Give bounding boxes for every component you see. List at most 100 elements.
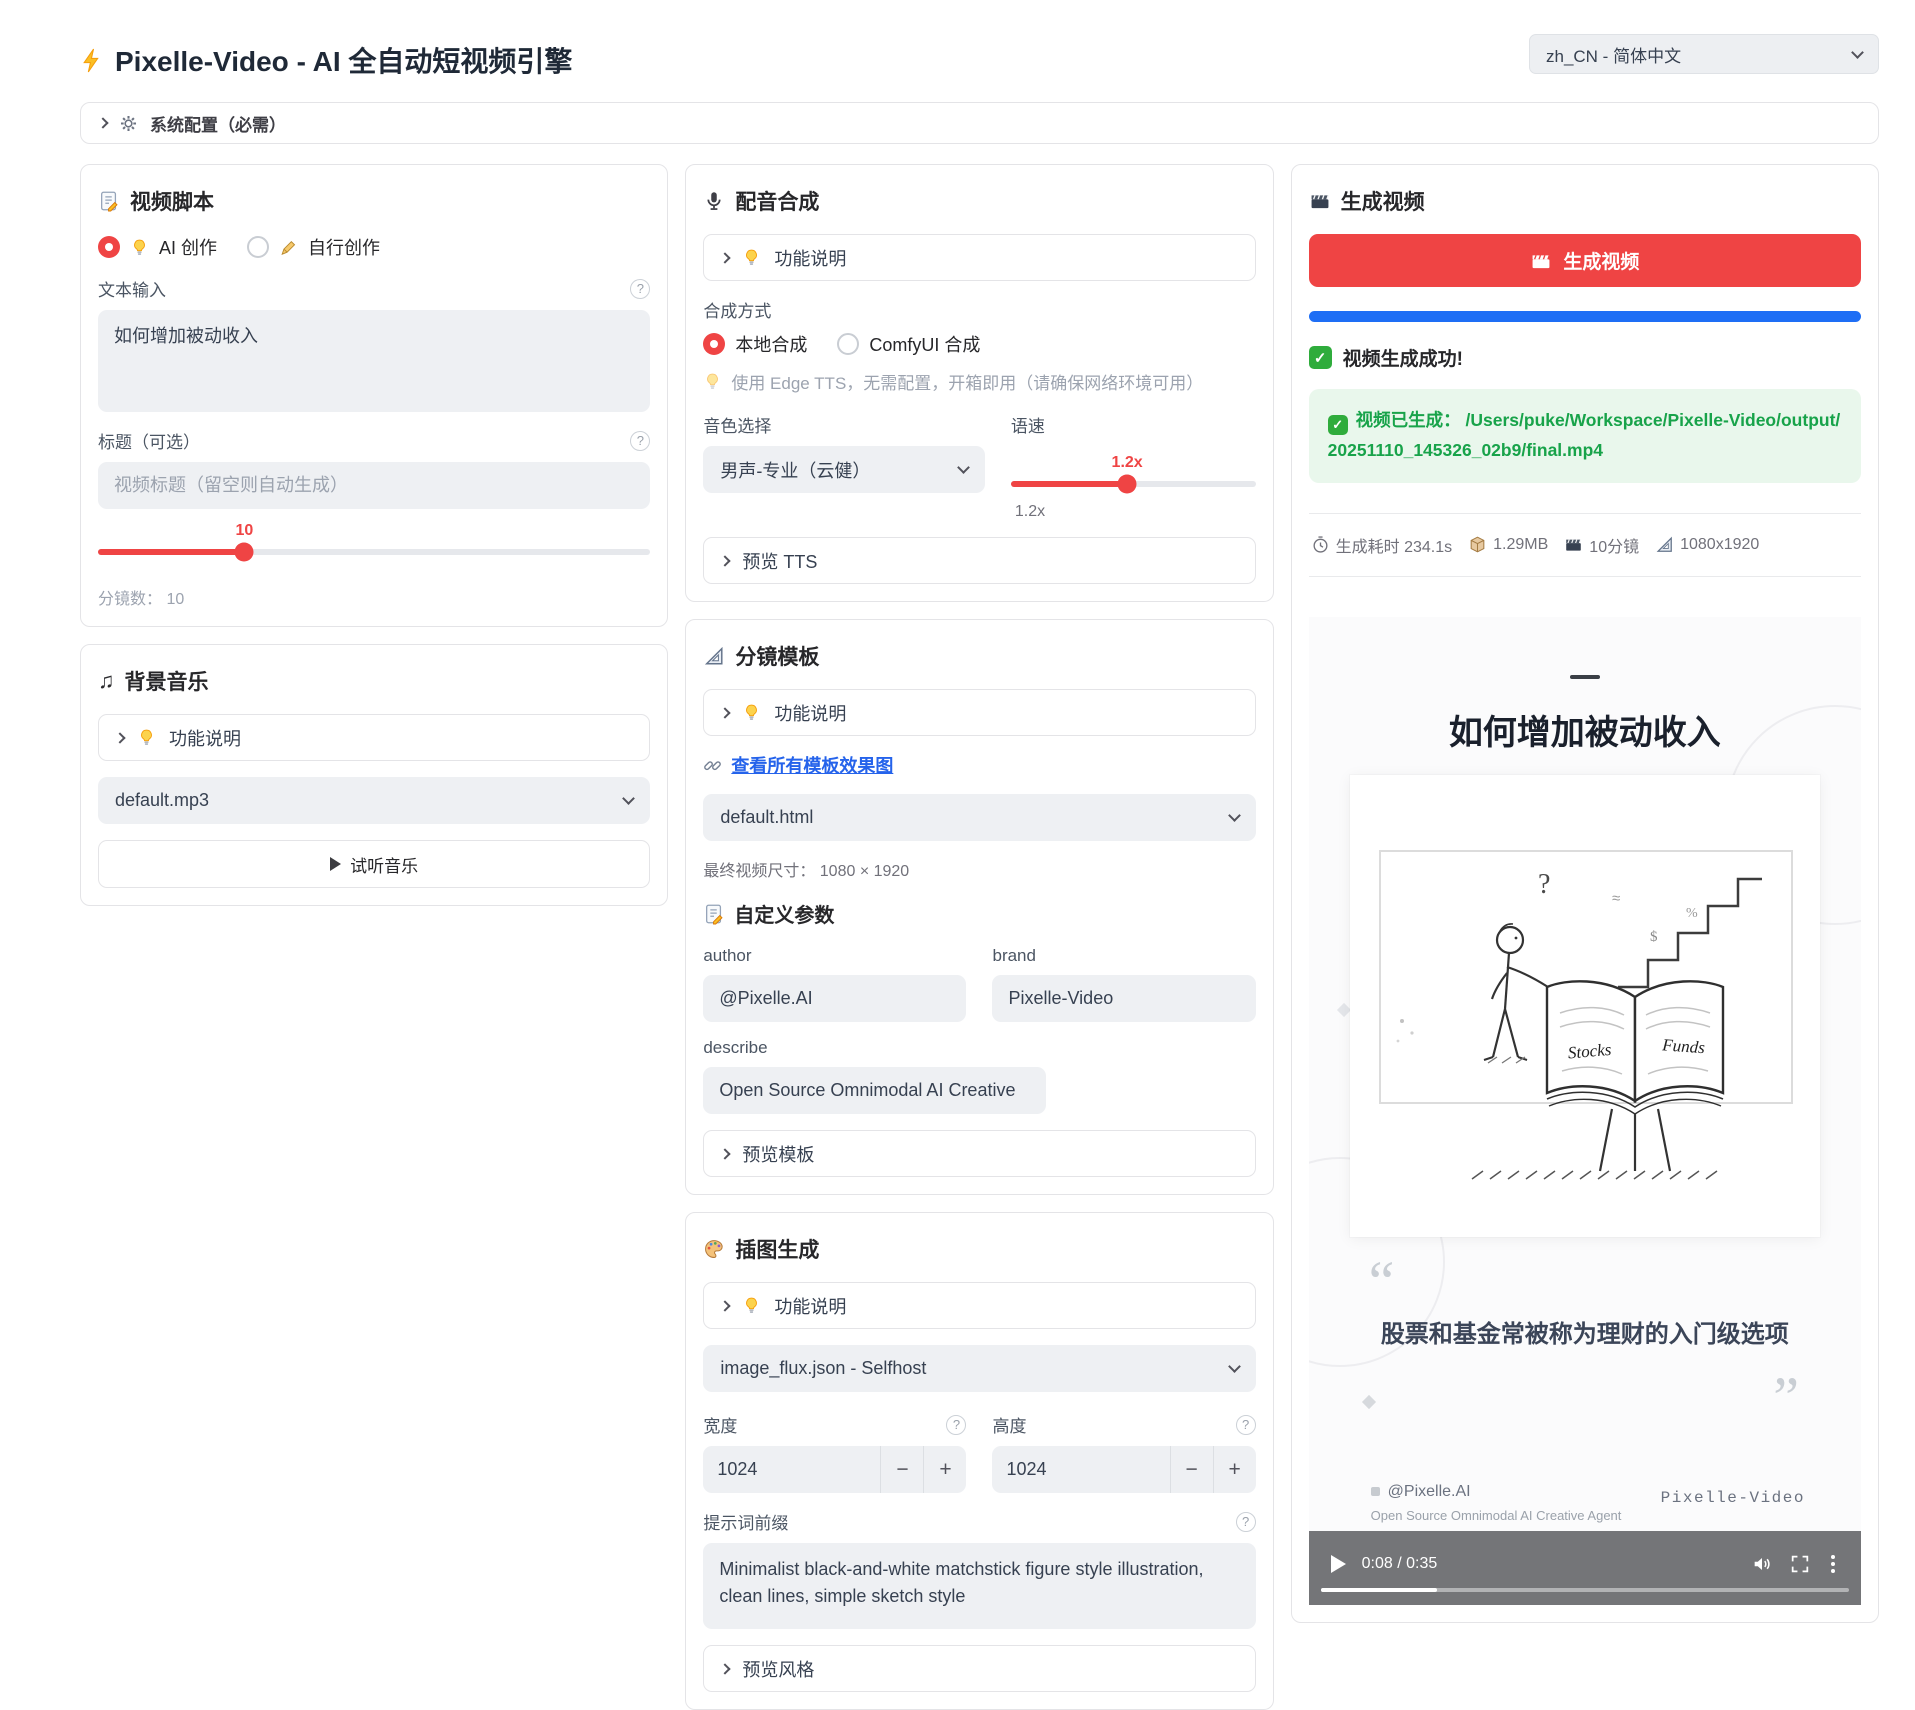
tts-card-title: 配音合成 <box>703 186 1255 216</box>
stat-size-text: 1.29MB <box>1493 536 1548 554</box>
bulb-icon <box>703 372 722 391</box>
book-label-left: Stocks <box>1567 1039 1612 1062</box>
slider-fill <box>98 549 244 555</box>
describe-input[interactable] <box>703 1067 1045 1114</box>
template-dropdown[interactable]: default.html <box>703 794 1255 841</box>
fullscreen-icon[interactable] <box>1789 1553 1811 1575</box>
height-increment-button[interactable]: + <box>1214 1446 1256 1493</box>
view-all-templates-link[interactable]: 查看所有模板效果图 <box>703 752 1255 778</box>
radio-dot-unselected <box>247 236 269 258</box>
width-increment-button[interactable]: + <box>924 1446 966 1493</box>
tts-method-radios: 本地合成 ComfyUI 合成 <box>703 331 1255 357</box>
width-input[interactable] <box>703 1459 880 1480</box>
svg-text:$: $ <box>1650 929 1658 945</box>
stat-time-text: 生成耗时 234.1s <box>1336 533 1453 557</box>
brand-label: brand <box>992 946 1255 966</box>
bulb-icon <box>742 703 761 722</box>
video-seek-bar[interactable] <box>1321 1588 1849 1592</box>
stat-size: 1.29MB <box>1468 535 1548 554</box>
radio-local-synthesis[interactable]: 本地合成 <box>703 331 807 357</box>
voice-dropdown[interactable]: 男声-专业（云健） <box>703 446 985 493</box>
progress-bar <box>1309 311 1861 322</box>
storyboard-slider[interactable]: 10 <box>98 549 650 555</box>
video-author-desc: Open Source Omnimodal AI Creative Agent <box>1371 1508 1622 1523</box>
tts-help-accordion[interactable]: 功能说明 <box>703 234 1255 281</box>
generate-card-title-text: 生成视频 <box>1341 186 1425 216</box>
radio-comfyui-synthesis[interactable]: ComfyUI 合成 <box>837 331 980 357</box>
template-card-title-text: 分镜模板 <box>735 641 819 671</box>
author-logo-icon <box>1371 1487 1380 1496</box>
script-card-title-text: 视频脚本 <box>130 186 214 216</box>
video-title-input[interactable] <box>98 462 650 509</box>
language-select[interactable]: zh_CN - 简体中文 <box>1529 34 1879 74</box>
script-text-input[interactable]: 如何增加被动收入 <box>98 310 650 412</box>
column-left: 视频脚本 AI 创作 自行创作 文本输入 ? <box>80 164 668 906</box>
video-controls-row: 0:08 / 0:35 <box>1309 1553 1861 1575</box>
app-page: Pixelle-Video - AI 全自动短视频引擎 zh_CN - 简体中文… <box>0 0 1915 1710</box>
lightning-icon <box>80 48 105 73</box>
help-icon[interactable]: ? <box>1236 1512 1256 1532</box>
success-detail-text: 视频已生成： /Users/puke/Workspace/Pixelle-Vid… <box>1328 410 1841 460</box>
prompt-prefix-label-row: 提示词前缀 ? <box>703 1509 1255 1534</box>
height-label: 高度 <box>992 1412 1026 1437</box>
play-icon[interactable] <box>1331 1555 1346 1573</box>
help-icon[interactable]: ? <box>946 1415 966 1435</box>
generate-card: 生成视频 生成视频 ✓ 视频生成成功! ✓视频已生成： /Users/puke/… <box>1291 164 1879 1623</box>
width-stepper: − + <box>703 1446 966 1493</box>
chevron-right-icon <box>97 117 108 128</box>
music-card-title: ♫ 背景音乐 <box>98 666 650 696</box>
gear-icon <box>119 114 138 133</box>
image-help-accordion[interactable]: 功能说明 <box>703 1282 1255 1329</box>
generate-video-button[interactable]: 生成视频 <box>1309 234 1861 287</box>
brand-input[interactable] <box>992 975 1255 1022</box>
width-decrement-button[interactable]: − <box>881 1446 923 1493</box>
author-input[interactable] <box>703 975 966 1022</box>
help-icon[interactable]: ? <box>630 431 650 451</box>
image-card: 插图生成 功能说明 image_flux.json - Selfhost 宽度 … <box>685 1212 1273 1710</box>
template-preview-accordion[interactable]: 预览模板 <box>703 1130 1255 1177</box>
audition-music-label: 试听音乐 <box>350 852 418 877</box>
volume-icon[interactable] <box>1751 1553 1773 1575</box>
prompt-prefix-input[interactable]: Minimalist black-and-white matchstick fi… <box>703 1543 1255 1629</box>
package-icon <box>1468 535 1487 554</box>
help-icon[interactable]: ? <box>630 279 650 299</box>
bulb-icon <box>130 238 149 257</box>
decorative-diamond <box>1362 1394 1376 1408</box>
tts-preview-accordion[interactable]: 预览 TTS <box>703 537 1255 584</box>
height-input[interactable] <box>992 1459 1169 1480</box>
video-controls-bar: 0:08 / 0:35 <box>1309 1531 1861 1605</box>
system-config-accordion[interactable]: 系统配置（必需） <box>80 102 1879 144</box>
success-detail-box: ✓视频已生成： /Users/puke/Workspace/Pixelle-Vi… <box>1309 389 1861 483</box>
clock-icon <box>1311 535 1330 554</box>
slider-knob[interactable] <box>1118 475 1137 494</box>
memo-icon <box>98 190 120 212</box>
check-icon: ✓ <box>1328 415 1348 435</box>
chevron-right-icon <box>720 707 731 718</box>
video-illustration: $ % ≈ ? <box>1350 775 1820 1237</box>
kebab-menu-icon[interactable] <box>1827 1553 1839 1575</box>
radio-ai-create[interactable]: AI 创作 <box>98 234 217 260</box>
audition-music-button[interactable]: 试听音乐 <box>98 840 650 888</box>
view-all-templates-label: 查看所有模板效果图 <box>731 752 893 778</box>
book-label-right: Funds <box>1661 1035 1706 1057</box>
radio-ai-create-label: AI 创作 <box>159 234 217 260</box>
svg-text:?: ? <box>1538 869 1550 900</box>
radio-self-create[interactable]: 自行创作 <box>247 234 380 260</box>
speed-column: 语速 1.2x 1.2x <box>1011 408 1256 521</box>
speed-slider[interactable]: 1.2x <box>1011 481 1256 487</box>
video-player[interactable]: 如何增加被动收入 $ % ≈ ? <box>1309 617 1861 1605</box>
music-dropdown[interactable]: default.mp3 <box>98 777 650 824</box>
music-help-accordion[interactable]: 功能说明 <box>98 714 650 761</box>
template-card-title: 分镜模板 <box>703 641 1255 671</box>
height-decrement-button[interactable]: − <box>1171 1446 1213 1493</box>
svg-text:≈: ≈ <box>1612 890 1620 907</box>
script-card-title: 视频脚本 <box>98 186 650 216</box>
video-author-row: @Pixelle.AI <box>1371 1483 1622 1501</box>
video-footer: @Pixelle.AI Open Source Omnimodal AI Cre… <box>1371 1483 1622 1523</box>
image-workflow-dropdown[interactable]: image_flux.json - Selfhost <box>703 1345 1255 1392</box>
template-help-accordion[interactable]: 功能说明 <box>703 689 1255 736</box>
radio-dot-selected <box>703 333 725 355</box>
help-icon[interactable]: ? <box>1236 1415 1256 1435</box>
slider-knob[interactable] <box>235 543 254 562</box>
style-preview-accordion[interactable]: 预览风格 <box>703 1645 1255 1692</box>
